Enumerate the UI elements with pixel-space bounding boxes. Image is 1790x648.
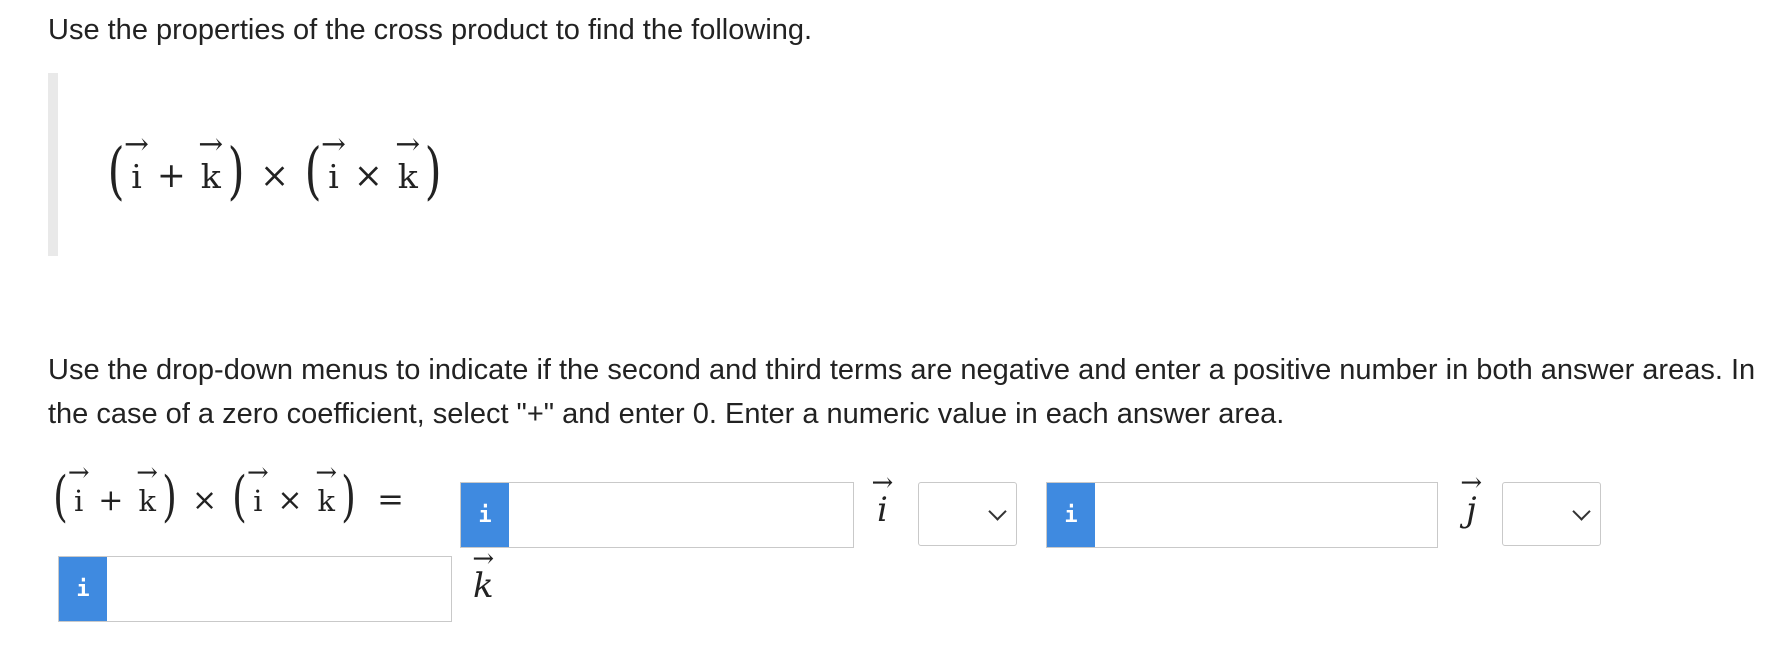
sign-select-1[interactable] xyxy=(918,482,1017,546)
sign-select-2[interactable] xyxy=(1502,482,1601,546)
open-paren: ( xyxy=(53,465,68,528)
times-operator: × xyxy=(260,156,289,197)
close-paren: ) xyxy=(227,134,245,207)
plus-operator: + xyxy=(156,156,186,197)
chevron-down-icon xyxy=(988,501,1007,521)
info-icon[interactable]: i xyxy=(1047,483,1095,547)
answer-input-1[interactable] xyxy=(509,483,853,547)
open-paren: ( xyxy=(304,134,322,207)
equals-sign: = xyxy=(377,480,404,518)
vector-k: → k xyxy=(136,457,159,518)
answer-input-2-group: i xyxy=(1046,482,1438,548)
vector-k: → k xyxy=(315,457,338,518)
close-paren: ) xyxy=(341,465,356,528)
answer-expression: ( → i + → k ) × ( → i × → k ) = xyxy=(50,457,404,528)
vector-k: → k xyxy=(198,127,224,197)
question-prompt: Use the properties of the cross product … xyxy=(48,14,813,46)
times-operator: × xyxy=(191,483,218,518)
cross-product-expression: ( → i + → k ) × ( → i × → k ) xyxy=(104,127,445,207)
vector-i: → i xyxy=(246,457,269,518)
answer-input-3[interactable] xyxy=(107,557,451,621)
open-paren: ( xyxy=(107,134,125,207)
answer-input-1-group: i xyxy=(460,482,854,548)
vector-i: → i xyxy=(321,127,346,197)
unit-vector-k: → k xyxy=(472,544,495,606)
answer-input-3-group: i xyxy=(58,556,452,622)
answer-input-2[interactable] xyxy=(1095,483,1437,547)
vector-i: → i xyxy=(67,457,90,518)
quote-bar xyxy=(48,73,58,256)
vector-k: → k xyxy=(395,127,421,197)
unit-vector-j: → j xyxy=(1460,468,1483,530)
close-paren: ) xyxy=(424,134,442,207)
open-paren: ( xyxy=(232,465,248,528)
cross-operator: × xyxy=(277,483,303,518)
close-paren: ) xyxy=(162,465,177,528)
instructions-text: Use the drop-down menus to indicate if t… xyxy=(48,354,1756,430)
vector-i: → i xyxy=(124,127,150,197)
info-icon[interactable]: i xyxy=(461,483,509,547)
plus-operator: + xyxy=(98,483,124,518)
cross-operator: × xyxy=(353,156,383,197)
info-icon[interactable]: i xyxy=(59,557,107,621)
unit-vector-i: → i xyxy=(871,468,894,530)
chevron-down-icon xyxy=(1572,501,1591,521)
